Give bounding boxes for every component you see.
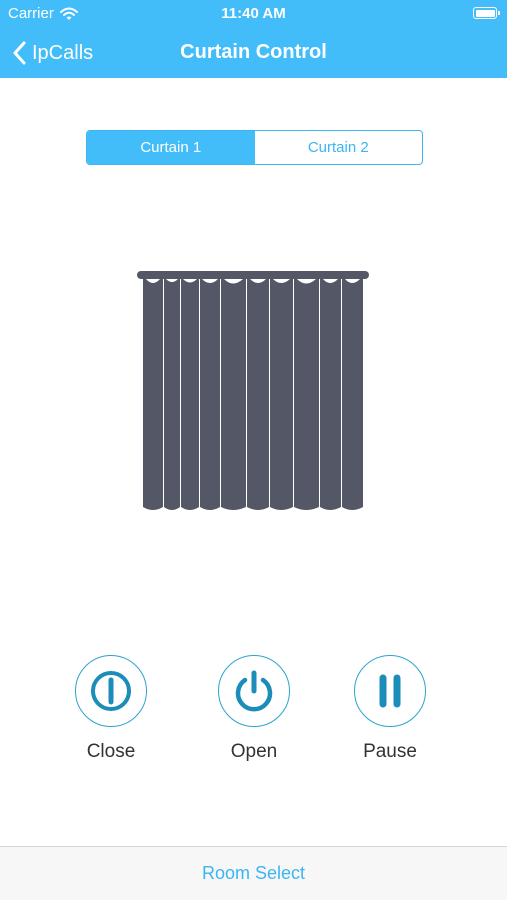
pause-button[interactable] xyxy=(354,655,426,727)
segment-curtain-1[interactable]: Curtain 1 xyxy=(87,131,255,164)
status-time: 11:40 AM xyxy=(221,5,286,22)
close-label: Close xyxy=(86,741,136,762)
pause-icon xyxy=(379,674,401,708)
status-bar: Carrier 11:40 AM xyxy=(0,0,507,28)
room-select-button[interactable]: Room Select xyxy=(202,863,305,884)
navigation-bar: IpCalls Curtain Control xyxy=(0,28,507,78)
segment-curtain-2[interactable]: Curtain 2 xyxy=(255,131,423,164)
curtain-segmented-control: Curtain 1 Curtain 2 xyxy=(86,130,423,165)
open-button[interactable] xyxy=(218,655,290,727)
pause-control: Pause xyxy=(330,655,450,763)
power-icon xyxy=(235,670,273,712)
open-label: Open xyxy=(230,741,278,762)
pause-label: Pause xyxy=(363,741,417,762)
open-control: Open xyxy=(194,655,314,763)
curtain-icon xyxy=(133,265,373,520)
bottom-toolbar: Room Select xyxy=(0,846,507,900)
page-title: Curtain Control xyxy=(180,41,327,63)
power-toggle-icon xyxy=(91,671,131,711)
battery-icon xyxy=(473,7,500,19)
close-control: Close xyxy=(51,655,171,763)
close-button[interactable] xyxy=(75,655,147,727)
